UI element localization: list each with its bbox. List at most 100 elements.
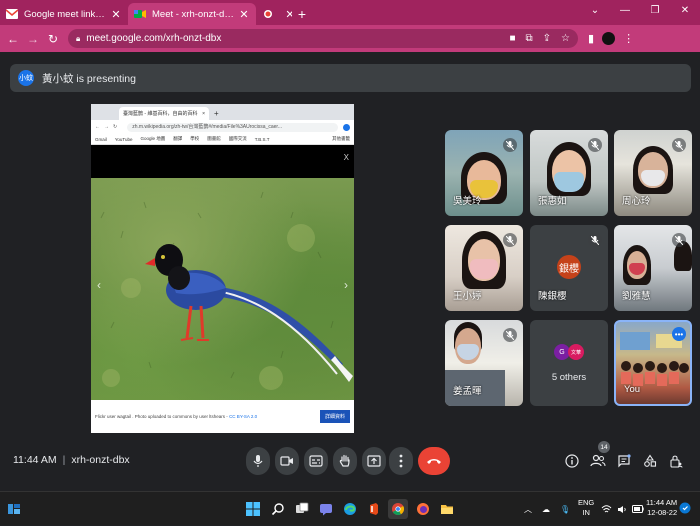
profile-avatar[interactable] — [602, 32, 616, 45]
participant-name: 陳銀櫻 — [538, 291, 567, 302]
share-icon[interactable]: ⇪ — [543, 33, 551, 44]
system-tray: ︿ ☁︎ 🎙︎ — [524, 492, 570, 526]
recording-icon — [262, 8, 274, 20]
close-icon[interactable]: ✕ — [238, 8, 250, 21]
clock-time: 11:44 AM — [646, 498, 678, 507]
back-icon[interactable]: ← — [4, 30, 22, 48]
microphone-button[interactable] — [246, 447, 270, 475]
meet-icon — [134, 8, 146, 20]
people-button[interactable] — [589, 452, 607, 470]
license-link: CC BY-SA 2.0 — [229, 414, 258, 419]
language-indicator[interactable]: ENG IN — [578, 498, 594, 518]
call-end-icon — [427, 459, 441, 464]
quick-settings[interactable] — [601, 492, 644, 526]
others-tile[interactable]: G 文華 5 others — [530, 320, 608, 406]
taiwan-blue-magpie-illustration — [100, 191, 353, 390]
participant-tile[interactable]: 劉雅慧 — [614, 225, 692, 311]
mic-off-icon — [503, 233, 517, 247]
next-image-icon: › — [344, 278, 348, 292]
menu-icon[interactable]: ⋮ — [623, 32, 634, 45]
self-tile[interactable]: ••• You — [614, 320, 692, 406]
mic-off-icon — [672, 138, 686, 152]
star-icon[interactable]: ☆ — [561, 33, 570, 44]
captions-button[interactable] — [304, 447, 328, 475]
bookmark: 翻譯 — [173, 136, 183, 141]
taskbar-clock[interactable]: 11:44 AM 12-08-22 — [646, 498, 677, 518]
side-panel-icon[interactable]: ▮ — [588, 32, 594, 45]
shared-tab-title: 臺灣藍鵲 - 維基百科，自由的百科 — [123, 111, 198, 117]
participant-tile[interactable]: 吳美玲 — [445, 130, 523, 216]
participant-tile[interactable]: 銀櫻 陳銀櫻 — [530, 225, 608, 311]
new-tab-button[interactable]: + — [292, 3, 312, 25]
chat-icon — [618, 454, 631, 468]
leave-call-button[interactable] — [418, 447, 450, 475]
cloud-icon[interactable]: ☁︎ — [542, 505, 550, 514]
camera-icon[interactable]: ■ — [509, 33, 515, 44]
office-icon[interactable] — [364, 499, 384, 519]
address-bar[interactable]: 🔒︎ meet.google.com/xrh-onzt-dbx ■ ⧉ ⇪ ☆ — [68, 29, 578, 48]
lock-icon[interactable]: 🔒︎ — [76, 34, 80, 44]
microphone-icon — [253, 455, 263, 467]
chevron-up-icon[interactable]: ︿ — [524, 504, 532, 515]
microphone-tray-icon[interactable]: 🎙︎ — [560, 505, 570, 514]
minimize-icon[interactable]: — — [610, 0, 640, 22]
file-explorer-icon[interactable] — [437, 499, 457, 519]
participant-avatar: 銀櫻 — [557, 255, 581, 279]
captions-icon — [309, 455, 323, 467]
close-window-icon[interactable]: ✕ — [670, 0, 700, 22]
more-options-button[interactable] — [389, 447, 413, 475]
tab-meet[interactable]: Meet - xrh-onzt-dbx ✕ — [128, 3, 256, 25]
maximize-icon[interactable]: ❐ — [640, 0, 670, 22]
tab-gmail[interactable]: Google meet link - jaspreet.k@ ✕ — [0, 3, 128, 25]
open-in-icon[interactable]: ⧉ — [526, 33, 533, 44]
widgets-icon[interactable] — [4, 499, 24, 519]
caption-credit: Flickr user wagtail . Photo uploaded to … — [95, 414, 230, 419]
others-count: 5 others — [551, 372, 587, 383]
bookmark: YouTube — [114, 136, 133, 142]
mic-off-icon — [503, 138, 517, 152]
close-icon[interactable]: ✕ — [110, 8, 122, 21]
tab-search-icon[interactable]: ⌄ — [580, 0, 610, 22]
participant-tile[interactable]: 周心玲 — [614, 130, 692, 216]
browser-tab-strip: Google meet link - jaspreet.k@ ✕ Meet - … — [0, 0, 700, 25]
firefox-icon[interactable] — [413, 499, 433, 519]
chat-button[interactable] — [615, 452, 633, 470]
teams-chat-icon[interactable] — [316, 499, 336, 519]
present-button[interactable] — [362, 447, 386, 475]
participant-tile[interactable]: 張惠如 — [530, 130, 608, 216]
shared-tab: 臺灣藍鵲 - 維基百科，自由的百科 × — [119, 107, 209, 120]
notification-icon[interactable] — [677, 500, 693, 516]
participant-name: 王小婷 — [453, 291, 482, 302]
mic-off-icon — [588, 138, 602, 152]
participant-tile[interactable]: 姜孟暉 — [445, 320, 523, 406]
start-icon[interactable] — [243, 499, 263, 519]
shared-screen: 臺灣藍鵲 - 維基百科，自由的百科 × + ← → ↻ zh.m.wikiped… — [91, 104, 354, 433]
bookmark: 國際交流 — [228, 136, 247, 141]
participant-tile[interactable]: 王小婷 — [445, 225, 523, 311]
edge-icon[interactable] — [340, 499, 360, 519]
more-options-icon[interactable]: ••• — [672, 327, 686, 341]
reload-icon[interactable]: ↻ — [44, 30, 62, 48]
activities-button[interactable] — [641, 452, 659, 470]
participant-name: 張惠如 — [538, 196, 567, 207]
camera-button[interactable] — [275, 447, 299, 475]
participant-count-badge: 14 — [598, 441, 610, 453]
shared-reload-icon: ↻ — [113, 124, 118, 130]
tab-recording[interactable]: ✕ — [256, 3, 292, 25]
clock-date: 12-08-22 — [647, 508, 678, 517]
host-controls-button[interactable] — [667, 452, 685, 470]
participant-name: 周心玲 — [622, 196, 651, 207]
raise-hand-button[interactable] — [333, 447, 357, 475]
participant-name: 吳美玲 — [453, 196, 482, 207]
presenter-avatar: 小蚊 — [18, 70, 34, 86]
task-view-icon[interactable] — [292, 499, 312, 519]
shared-bookmarks-bar: Gmail YouTube Google 地圖 翻譯 學校 圖書館 國際交流 T… — [91, 134, 354, 145]
chrome-icon[interactable] — [388, 499, 408, 519]
close-icon[interactable]: ✕ — [284, 8, 292, 21]
meeting-code: xrh-onzt-dbx — [71, 454, 130, 466]
people-icon — [590, 454, 606, 467]
forward-icon[interactable]: → — [24, 30, 42, 48]
meeting-details-button[interactable] — [563, 452, 581, 470]
search-icon[interactable] — [268, 499, 288, 519]
mic-off-icon — [588, 233, 602, 247]
